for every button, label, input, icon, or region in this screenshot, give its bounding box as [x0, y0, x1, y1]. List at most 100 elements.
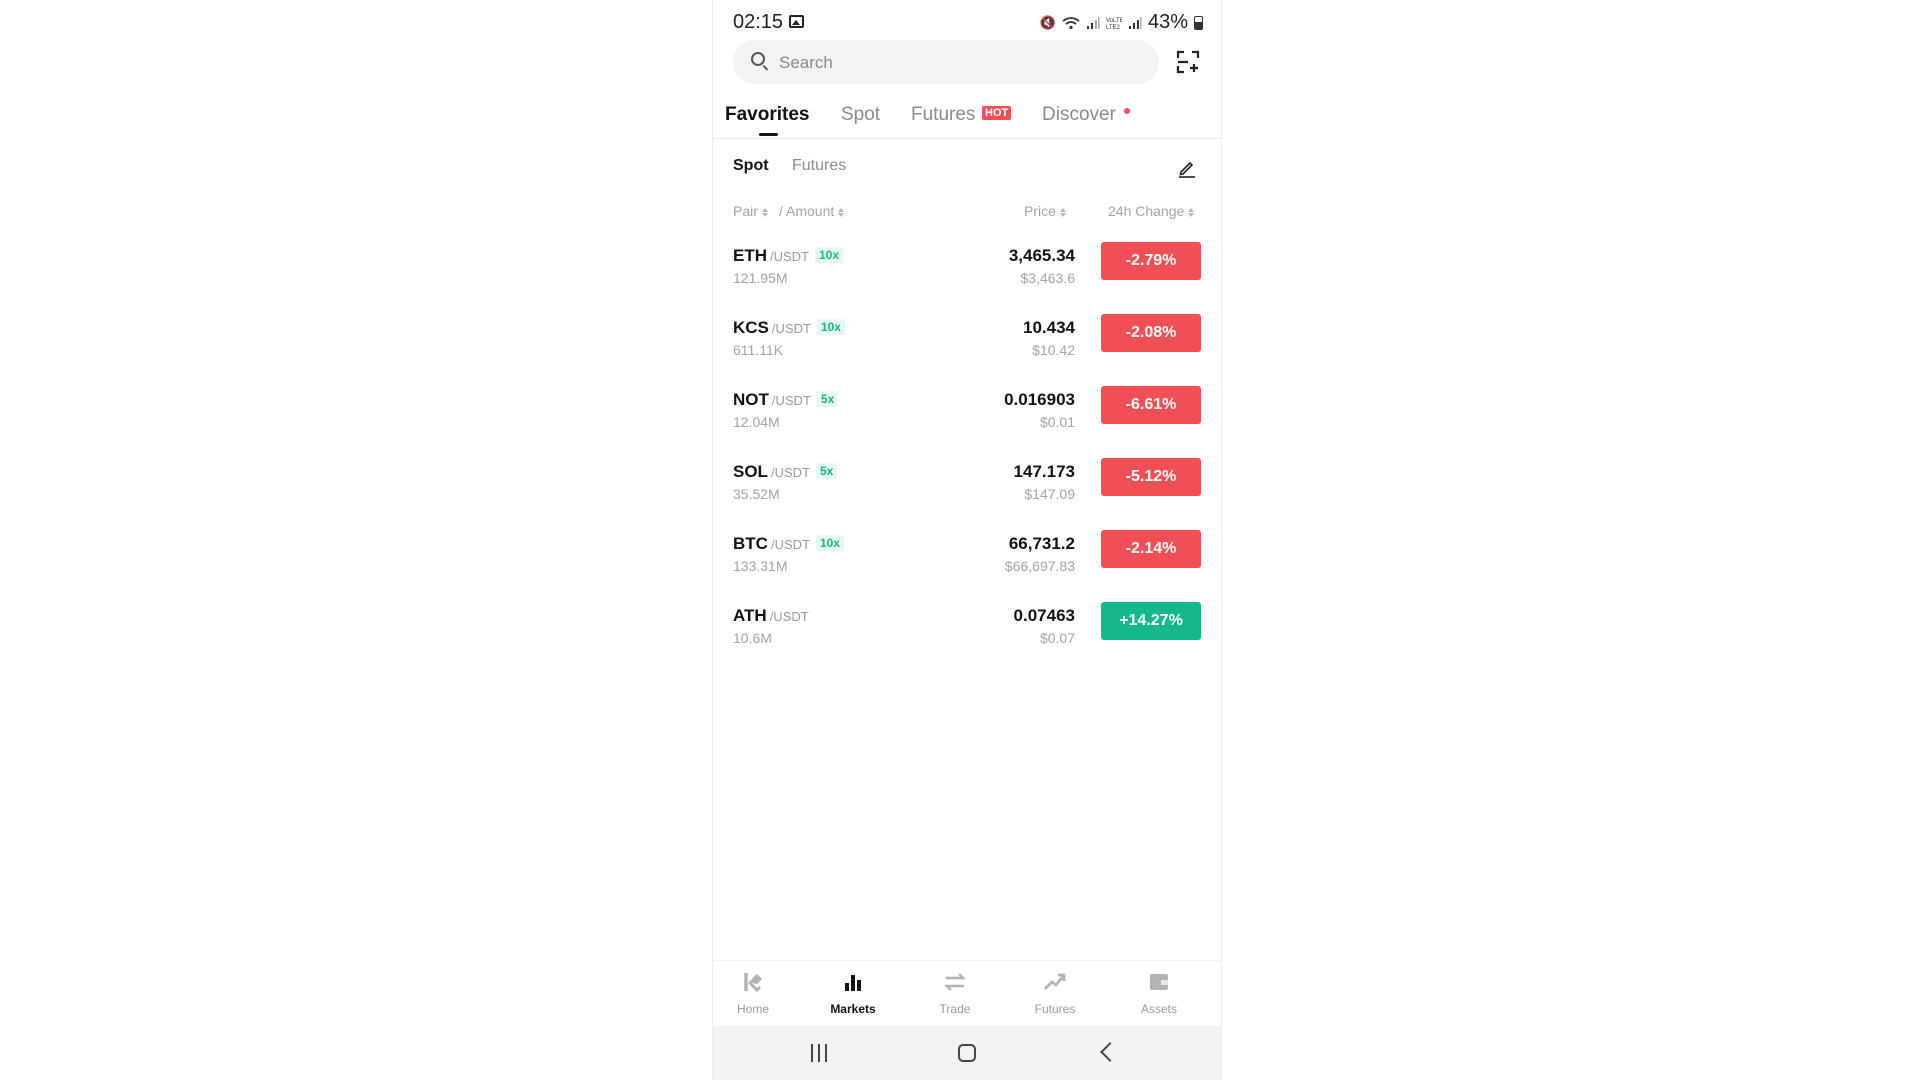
bottom-navigation: Home Markets Trade Futures Assets — [713, 960, 1221, 1027]
change-badge[interactable]: +14.27% — [1101, 602, 1201, 640]
column-header-pair[interactable]: Pair — [733, 203, 768, 219]
base-symbol: BTC — [733, 534, 768, 553]
change-label: 24h Change — [1108, 203, 1185, 219]
signal-icon-2 — [1128, 16, 1142, 29]
nav-home[interactable]: Home — [713, 969, 793, 1016]
sort-icon — [761, 207, 768, 217]
sort-icon — [1188, 207, 1195, 217]
nav-futures[interactable]: Futures — [1015, 969, 1095, 1016]
quote-symbol: /USDT — [771, 321, 811, 336]
market-tabs: Favorites Spot Futures HOT Discover — [713, 96, 1221, 139]
volume-amount: 611.11K — [733, 342, 784, 358]
volume-amount: 133.31M — [733, 558, 788, 574]
change-badge[interactable]: -2.14% — [1101, 530, 1201, 568]
search-icon — [751, 52, 765, 66]
quote-symbol: /USDT — [770, 537, 810, 552]
home-icon — [744, 973, 762, 993]
svg-text:VoLTE: VoLTE — [1106, 18, 1122, 24]
change-badge[interactable]: -2.79% — [1101, 242, 1201, 280]
volume-amount: 10.6M — [733, 630, 772, 646]
last-price: 3,465.34 — [1008, 246, 1075, 265]
tab-spot[interactable]: Spot — [841, 104, 880, 126]
status-icons: 🔇 VoLTE LTE2 43% — [1040, 11, 1203, 34]
pair-name: ATH/USDT — [733, 606, 809, 626]
quote-symbol: /USDT — [770, 249, 809, 264]
column-header-change[interactable]: 24h Change — [1108, 203, 1195, 219]
assets-icon — [1150, 974, 1168, 990]
leverage-badge: 10x — [816, 319, 845, 335]
fiat-price: $66,697.83 — [1004, 558, 1075, 574]
market-row[interactable]: KCS/USDT 10x 611.11K 10.434 $10.42 -2.08% — [713, 314, 1221, 386]
discover-notification-dot — [1124, 108, 1130, 114]
futures-icon — [1044, 973, 1066, 990]
base-symbol: NOT — [733, 390, 769, 409]
column-header-price[interactable]: Price — [1024, 203, 1066, 219]
status-time: 02:15 — [733, 11, 784, 33]
subtab-spot[interactable]: Spot — [733, 157, 769, 175]
sort-icon — [838, 207, 845, 217]
active-tab-indicator — [759, 133, 778, 136]
change-badge[interactable]: -5.12% — [1101, 458, 1201, 496]
nav-assets[interactable]: Assets — [1119, 969, 1199, 1016]
change-badge[interactable]: -2.08% — [1101, 314, 1201, 352]
quote-symbol: /USDT — [769, 609, 809, 624]
last-price: 10.434 — [1023, 318, 1075, 337]
mute-icon: 🔇 — [1039, 14, 1056, 30]
tab-favorites[interactable]: Favorites — [725, 104, 809, 126]
scan-icon[interactable] — [1176, 50, 1200, 74]
nav-markets[interactable]: Markets — [813, 969, 893, 1016]
base-symbol: ETH — [733, 246, 767, 265]
base-symbol: KCS — [733, 318, 769, 337]
tab-discover[interactable]: Discover — [1042, 104, 1116, 126]
wifi-icon — [1062, 16, 1080, 29]
amount-label: / Amount — [779, 203, 835, 219]
home-button-icon[interactable] — [958, 1044, 976, 1062]
search-bar[interactable] — [733, 40, 1159, 86]
volume-amount: 121.95M — [733, 270, 788, 286]
nav-trade[interactable]: Trade — [915, 969, 995, 1016]
fiat-price: $147.09 — [1024, 486, 1075, 502]
pair-label: Pair — [733, 203, 758, 219]
recent-apps-icon[interactable] — [811, 1044, 829, 1062]
back-icon[interactable] — [1100, 1042, 1120, 1062]
nav-markets-label: Markets — [830, 1002, 876, 1016]
base-symbol: SOL — [733, 462, 768, 481]
volte-icon: VoLTELTE2 — [1106, 18, 1122, 30]
svg-text:LTE2: LTE2 — [1106, 25, 1121, 30]
volume-amount: 12.04M — [733, 414, 780, 430]
fiat-price: $0.01 — [1039, 414, 1075, 430]
trade-icon — [943, 973, 967, 991]
edit-icon[interactable] — [1177, 158, 1197, 178]
base-symbol: ATH — [733, 606, 767, 625]
pair-name: BTC/USDT 10x — [733, 534, 844, 554]
pair-name: NOT/USDT 5x — [733, 390, 839, 410]
tab-futures[interactable]: Futures — [911, 104, 975, 126]
pair-name: SOL/USDT 5x — [733, 462, 838, 482]
image-icon — [789, 15, 804, 28]
change-badge[interactable]: -6.61% — [1101, 386, 1201, 424]
leverage-badge: 5x — [816, 391, 839, 407]
fiat-price: $10.42 — [1032, 342, 1075, 358]
fiat-price: $3,463.6 — [1020, 270, 1076, 286]
phone-screen: 02:15 🔇 VoLTELTE2 43% Favorites Spot Fut… — [712, 0, 1222, 1080]
last-price: 147.173 — [1013, 462, 1075, 481]
market-row[interactable]: NOT/USDT 5x 12.04M 0.016903 $0.01 -6.61% — [713, 386, 1221, 458]
column-header-amount[interactable]: / Amount — [779, 203, 845, 219]
nav-assets-label: Assets — [1140, 1002, 1177, 1016]
hot-badge: HOT — [982, 106, 1012, 120]
leverage-badge: 10x — [815, 247, 844, 263]
market-row[interactable]: SOL/USDT 5x 35.52M 147.173 $147.09 -5.12% — [713, 458, 1221, 530]
search-input[interactable] — [777, 40, 1141, 86]
nav-futures-label: Futures — [1034, 1002, 1076, 1016]
battery-icon — [1194, 15, 1203, 30]
last-price: 0.016903 — [1004, 390, 1075, 409]
status-bar: 02:15 🔇 VoLTE LTE2 43% — [713, 0, 1221, 44]
markets-icon — [845, 975, 861, 991]
leverage-badge: 10x — [815, 535, 844, 551]
market-row[interactable]: BTC/USDT 10x 133.31M 66,731.2 $66,697.83 … — [713, 530, 1221, 602]
market-row[interactable]: ETH/USDT 10x 121.95M 3,465.34 $3,463.6 -2… — [713, 242, 1221, 314]
subtab-futures[interactable]: Futures — [792, 157, 846, 175]
quote-symbol: /USDT — [771, 393, 811, 408]
signal-icon — [1086, 16, 1100, 29]
market-row[interactable]: ATH/USDT 10.6M 0.07463 $0.07 +14.27% — [713, 602, 1221, 674]
